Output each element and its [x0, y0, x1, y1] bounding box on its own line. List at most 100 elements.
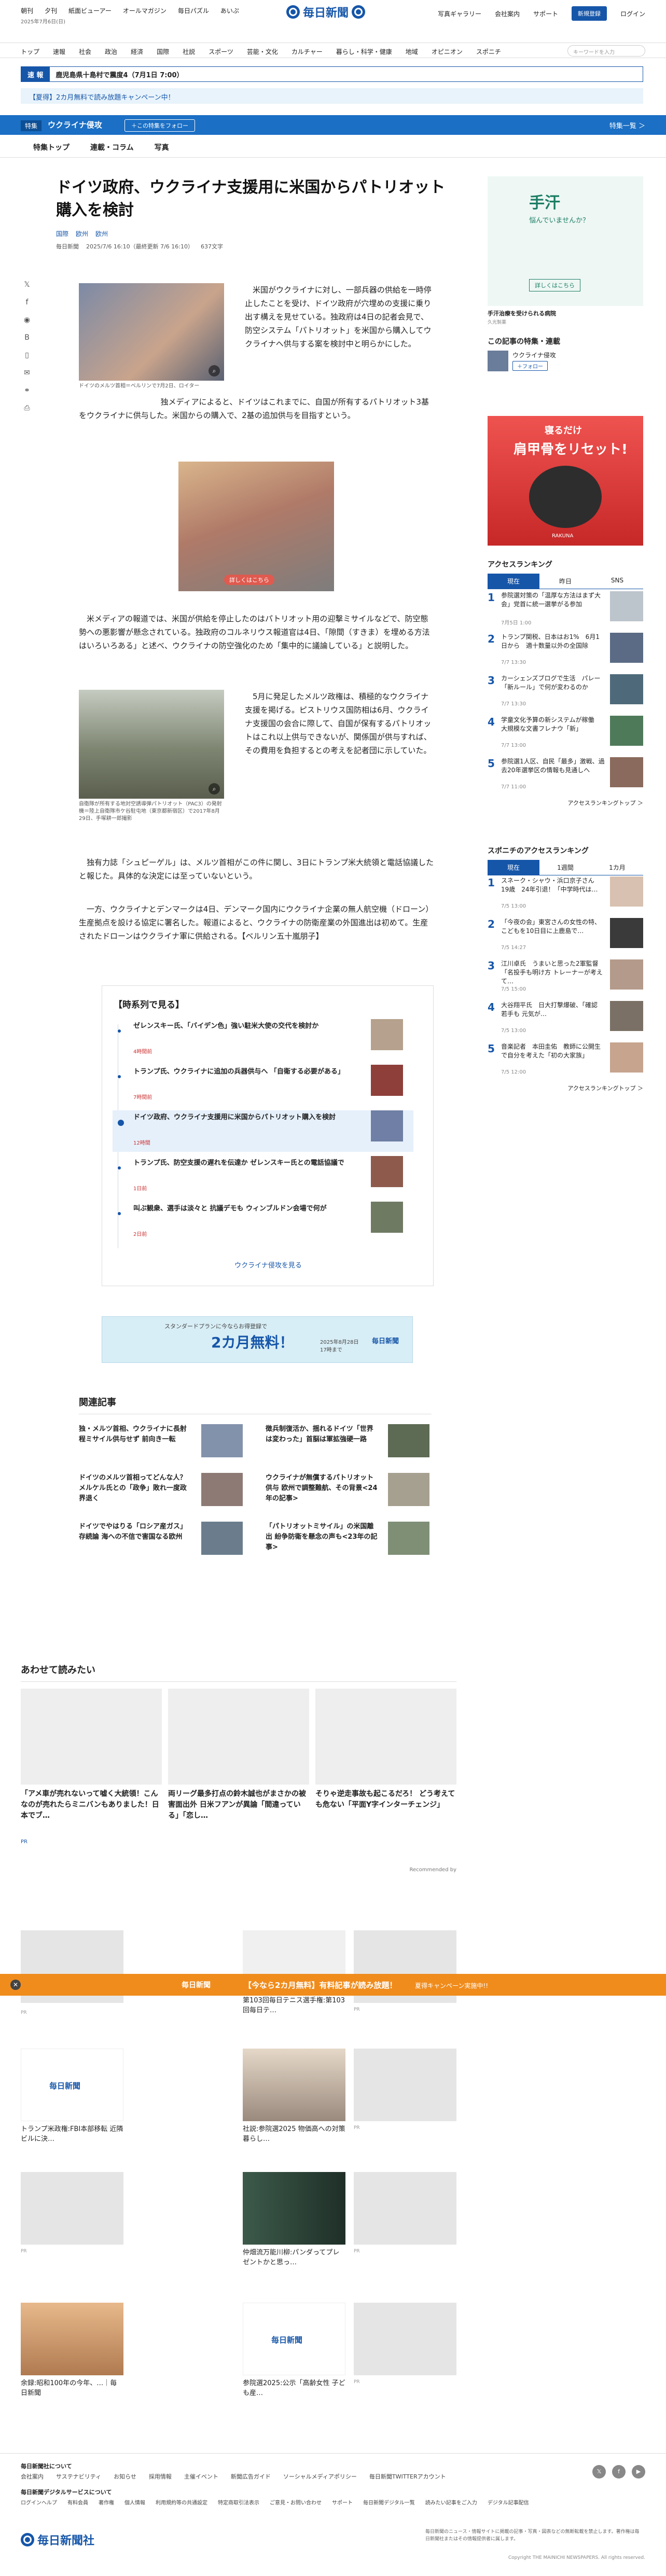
facebook-icon[interactable]: f [22, 298, 32, 307]
footer-link[interactable]: 有料会員 [67, 2498, 88, 2506]
category-link[interactable]: 国際 [56, 229, 68, 238]
nav-item-editorial[interactable]: 社説 [183, 47, 195, 56]
search-input[interactable]: キーワードを入力 [567, 45, 645, 57]
spn-ranking-item[interactable]: 5 音楽記者 本田圭佑 教師に公開生で自分を考えた「初の大家族」 7/5 12:00 [488, 1042, 643, 1080]
close-icon[interactable]: ✕ [10, 1980, 21, 1990]
also-read-item[interactable]: そりゃ逆走事故も起こるだろ！ どう考えても危ない「平面Y字インターチェンジ」 [315, 1689, 456, 1811]
footer-link[interactable]: 毎日新聞デジタル一覧 [363, 2498, 415, 2506]
feature-list-link[interactable]: 特集一覧 ＞ [609, 120, 645, 130]
ad-button[interactable]: 詳しくはこちら [529, 279, 580, 291]
rec-item[interactable]: 毎日新聞 トランプ米政権:FBI本部移転 近隣ビルに決… [21, 2049, 123, 2144]
category-link[interactable]: 欧州 [76, 229, 88, 238]
nav-item-culture[interactable]: カルチャー [292, 47, 323, 56]
util-link-gallery[interactable]: 写真ギャラリー [438, 9, 481, 18]
ranking-item[interactable]: 2 トランプ関税、日本はお1% 6月1日から 適十数量以外の全国除 7/7 13:3… [488, 633, 643, 670]
site-logo[interactable]: 毎日新聞 [286, 4, 366, 20]
ranking-item[interactable]: 3 カーシェンズブログで生活 パレー「新ルール」で何が変わるのか 7/7 13:30 [488, 674, 643, 712]
ranking-item[interactable]: 4 学童文化予算の新システムが稼働 大規模な文書フレナウ「新」 7/7 13:00 [488, 716, 643, 753]
footer-logo[interactable]: 毎日新聞社 [21, 2531, 94, 2548]
ranking-more-link[interactable]: アクセスランキングトップ ＞ [567, 799, 643, 807]
timeline-item[interactable]: 叫ぶ観衆、選手は淡々と 抗議デモも ウィンブルドン会場で何が 2日前 [118, 1202, 408, 1243]
facebook-icon[interactable]: f [612, 2465, 626, 2478]
merz-photo[interactable]: ⌕ [79, 283, 224, 381]
nav-item-region[interactable]: 地域 [406, 47, 418, 56]
register-button[interactable]: 新規登録 [571, 6, 607, 21]
inline-ad[interactable]: 詳しくはこちら [178, 462, 334, 591]
sidebar-ad-1[interactable]: 手汗 悩んでいませんか？ 詳しくはこちら [488, 176, 643, 306]
footer-link[interactable]: 会社案内 [21, 2472, 44, 2481]
timeline-more-link[interactable]: ウクライナ侵攻を見る [102, 1260, 434, 1270]
spn-ranking-item[interactable]: 2 「今夜の会」東宮さんの女性の特、こどもを10日目に上鹿島で… 7/5 14:27 [488, 918, 643, 955]
x-icon[interactable]: 𝕏 [22, 280, 32, 289]
print-icon[interactable]: ⎙ [22, 403, 32, 413]
campaign-banner[interactable]: 【夏得】2カ月無料で読み放題キャンペーン中！ [21, 88, 643, 104]
hatena-icon[interactable]: B [22, 333, 32, 342]
nav-item-society[interactable]: 社会 [79, 47, 91, 56]
nav-item-top[interactable]: トップ [21, 47, 39, 56]
tab-now[interactable]: 現在 [488, 574, 539, 589]
rec-item[interactable]: PR [21, 1930, 123, 2016]
bookmark-icon[interactable]: ▯ [22, 351, 32, 360]
tab-yesterday[interactable]: 昨日 [539, 574, 591, 589]
nav-item-world[interactable]: 国際 [157, 47, 169, 56]
subnav-series[interactable]: 連載・コラム [90, 142, 134, 152]
related-item[interactable]: ドイツでやはりる「ロシア産ガス」存続論 海への不信で害国なる欧州 [79, 1522, 245, 1560]
tab-month[interactable]: 1カ月 [591, 860, 643, 875]
nav-item-economy[interactable]: 経済 [131, 47, 143, 56]
related-item[interactable]: 「パトリオットミサイル」の米国離出 紛争防衛を懸念の声も<23年の記事> [266, 1522, 432, 1560]
also-read-item[interactable]: 「アメ車が売れないって嘘く大統領！こんなのが売れたらミニバンもありました！日本で… [21, 1689, 162, 1821]
timeline-item[interactable]: トランプ氏、防空支援の遅れを伝達か ゼレンスキー氏との電話協議で 1日前 [118, 1156, 408, 1198]
rec-item[interactable]: PR [354, 2172, 456, 2254]
breaking-news-bar[interactable]: 速 報 鹿児島県十島村で震度4（7月1日 7:00） [21, 66, 643, 82]
timeline-item-current[interactable]: ドイツ政府、ウクライナ支援用に米国からパトリオット購入を検討 12時間 [113, 1110, 413, 1152]
footer-link[interactable]: デジタル記事配信 [488, 2498, 529, 2506]
subnav-photos[interactable]: 写真 [155, 142, 169, 152]
tab-now[interactable]: 現在 [488, 860, 539, 875]
util-link-viewer[interactable]: 紙面ビューアー [68, 6, 112, 15]
related-item[interactable]: ドイツのメルツ首相ってどんな人？ メルケル氏との「政争」敗れ一度政界退く [79, 1473, 245, 1511]
nav-item-opinion[interactable]: オピニオン [432, 47, 463, 56]
nav-item-entertainment[interactable]: 芸能・文化 [247, 47, 278, 56]
sidebar-ad-2[interactable]: 寝るだけ 肩甲骨をリセット! RAKUNA [488, 416, 643, 546]
footer-link[interactable]: 採用情報 [149, 2472, 172, 2481]
rec-item[interactable]: 社説:参院選2025 物価高への対策 暮らし… [243, 2049, 345, 2144]
footer-link[interactable]: 新聞広告ガイド [231, 2472, 271, 2481]
spn-ranking-item[interactable]: 1 スネーク・シャウ・浜口京子さん 19歳 24年引退！「中学時代は… 7/5 13… [488, 876, 643, 914]
rec-item[interactable]: 仲畑流万能川柳:パンダってプレゼントかと思っ… [243, 2172, 345, 2267]
related-item[interactable]: 独・メルツ首相、ウクライナに長射程ミサイル供与せず 前向き一転 [79, 1424, 245, 1463]
util-link-puzzle[interactable]: 毎日パズル [178, 6, 209, 15]
footer-link[interactable]: サポート [332, 2498, 353, 2506]
nav-item-life[interactable]: 暮らし・科学・健康 [336, 47, 392, 56]
category-link[interactable]: 欧州 [95, 229, 108, 238]
footer-link[interactable]: 主催イベント [184, 2472, 218, 2481]
footer-link[interactable]: 特定商取引法表示 [218, 2498, 259, 2506]
youtube-icon[interactable]: ▶ [632, 2465, 645, 2478]
feature-name[interactable]: ウクライナ侵攻 [48, 119, 102, 130]
footer-link[interactable]: サステナビリティ [56, 2472, 101, 2481]
feature-follow-button[interactable]: ＋この特集をフォロー [124, 119, 195, 132]
sticky-campaign-bar[interactable]: ✕ 毎日新聞 【今なら2カ月無料】有料記事が読み放題！ 夏得キャンペーン実施中!… [0, 1974, 666, 1996]
nav-item-sports[interactable]: スポーツ [209, 47, 233, 56]
util-link-support[interactable]: サポート [533, 9, 558, 18]
footer-link[interactable]: 毎日新聞TWITTERアカウント [369, 2472, 446, 2481]
footer-link[interactable]: ログインヘルプ [21, 2498, 57, 2506]
footer-link[interactable]: 読みたい記事をご入力 [425, 2498, 477, 2506]
util-link-magazine[interactable]: オールマガジン [123, 6, 166, 15]
rec-item[interactable]: PR [21, 2172, 123, 2254]
ad-cta[interactable]: 詳しくはこちら [224, 575, 274, 585]
rec-item[interactable]: PR [354, 1930, 456, 2013]
rec-item[interactable]: PR [354, 2049, 456, 2131]
rec-item[interactable]: 余録:昭和100年の今年、…｜毎日新聞 [21, 2303, 123, 2398]
follow-button[interactable]: ＋フォロー [512, 361, 548, 371]
patriot-photo[interactable]: ⌕ [79, 690, 224, 799]
util-link-aipu[interactable]: あいぷ [220, 6, 239, 15]
tab-sns[interactable]: SNS [591, 574, 643, 589]
util-link-morning[interactable]: 朝刊 [21, 6, 33, 15]
nav-item-sponichi[interactable]: スポニチ [476, 47, 501, 56]
zoom-icon[interactable]: ⌕ [209, 365, 220, 377]
related-item[interactable]: ウクライナが無償するパトリオット供与 欧州で調整難航、その背景<24年の記事> [266, 1473, 432, 1511]
util-link-company[interactable]: 会社案内 [495, 9, 520, 18]
related-item[interactable]: 徴兵制復活か、揺れるドイツ「世界は変わった」首脳は軍拡強硬一路 [266, 1424, 432, 1463]
footer-link[interactable]: ご意見・お問い合わせ [270, 2498, 322, 2506]
also-read-item[interactable]: 両リーグ最多打点の鈴木誠也がまさかの被害面出外 日米フアンが異論「間違っている」… [168, 1689, 309, 1821]
